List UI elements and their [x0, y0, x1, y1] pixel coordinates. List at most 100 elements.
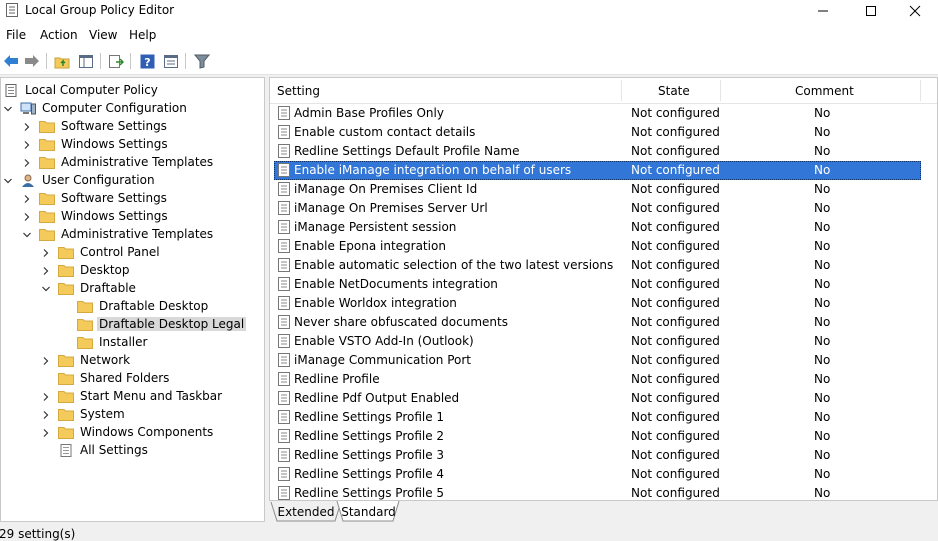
table-row[interactable]: Admin Base Profiles Only Not configured No — [274, 104, 921, 123]
tree-item-label: Draftable — [80, 281, 136, 295]
setting-state: Not configured — [631, 220, 720, 234]
chevron-right-icon[interactable] — [22, 121, 32, 131]
tree-item[interactable]: Windows Settings — [39, 135, 170, 153]
folder-icon — [58, 426, 74, 439]
tree-item[interactable]: All Settings — [58, 441, 150, 459]
chevron-right-icon[interactable] — [41, 355, 51, 365]
setting-comment: No — [814, 163, 831, 177]
chevron-down-icon[interactable] — [3, 175, 13, 185]
help-icon: ? — [140, 54, 154, 69]
filter-icon — [194, 54, 210, 69]
tree-item[interactable]: Draftable Desktop — [77, 297, 210, 315]
tree-item[interactable]: Administrative Templates — [39, 153, 215, 171]
table-row[interactable]: Redline Profile Not configured No — [274, 370, 921, 389]
menu-help[interactable]: Help — [129, 28, 156, 42]
tree-item[interactable]: System — [58, 405, 127, 423]
table-row[interactable]: Enable Epona integration Not configured No — [274, 237, 921, 256]
tree-item[interactable]: Software Settings — [39, 189, 169, 207]
table-row[interactable]: Enable NetDocuments integration Not confi… — [274, 275, 921, 294]
tab-extended[interactable]: Extended — [277, 503, 335, 521]
setting-state: Not configured — [631, 239, 720, 253]
chevron-right-icon[interactable] — [41, 265, 51, 275]
policy-setting-icon — [278, 467, 290, 481]
table-row[interactable]: iManage On Premises Client Id Not configu… — [274, 180, 921, 199]
tree-item[interactable]: Network — [58, 351, 132, 369]
tree-item[interactable]: Desktop — [58, 261, 132, 279]
minimize-icon — [818, 10, 828, 12]
close-button[interactable] — [892, 0, 938, 22]
chevron-down-icon[interactable] — [41, 283, 51, 293]
tree-item[interactable]: Start Menu and Taskbar — [58, 387, 224, 405]
setting-comment: No — [814, 429, 831, 443]
chevron-right-icon[interactable] — [22, 211, 32, 221]
table-row[interactable]: iManage On Premises Server Url Not config… — [274, 199, 921, 218]
chevron-down-icon[interactable] — [3, 103, 13, 113]
column-header-state[interactable]: State — [658, 84, 690, 98]
tree-item[interactable]: Draftable — [58, 279, 138, 297]
properties-button[interactable] — [162, 52, 180, 70]
table-row[interactable]: Redline Settings Profile 5 Not configured… — [274, 484, 921, 500]
column-header-comment[interactable]: Comment — [795, 84, 854, 98]
table-row[interactable]: Enable Worldox integration Not configured… — [274, 294, 921, 313]
chevron-right-icon[interactable] — [41, 409, 51, 419]
up-one-level-button[interactable] — [53, 52, 71, 70]
tree-item[interactable]: Draftable Desktop Legal — [77, 315, 247, 333]
filter-button[interactable] — [193, 52, 211, 70]
table-row[interactable]: Redline Settings Default Profile Name Not… — [274, 142, 921, 161]
table-row[interactable]: iManage Communication Port Not configured… — [274, 351, 921, 370]
tree-item[interactable]: Computer Configuration — [20, 99, 189, 117]
table-row[interactable]: Redline Settings Profile 4 Not configured… — [274, 465, 921, 484]
console-tree: Local Computer Policy Computer Configurat… — [0, 77, 265, 522]
table-row[interactable]: Enable automatic selection of the two la… — [274, 256, 921, 275]
folder-icon — [39, 156, 55, 169]
help-button[interactable]: ? — [138, 52, 156, 70]
table-row[interactable]: Redline Pdf Output Enabled Not configured… — [274, 389, 921, 408]
chevron-right-icon[interactable] — [41, 247, 51, 257]
menu-file[interactable]: File — [6, 28, 26, 42]
table-row[interactable]: Redline Settings Profile 1 Not configured… — [274, 408, 921, 427]
table-row[interactable]: Never share obfuscated documents Not conf… — [274, 313, 921, 332]
menu-view[interactable]: View — [89, 28, 117, 42]
status-text: 29 setting(s) — [0, 527, 76, 541]
tree-item[interactable]: Local Computer Policy — [3, 81, 160, 99]
tree-item-label: Desktop — [80, 263, 130, 277]
table-row[interactable]: Redline Settings Profile 2 Not configured… — [274, 427, 921, 446]
chevron-right-icon[interactable] — [22, 193, 32, 203]
setting-name: Redline Settings Profile 3 — [294, 448, 445, 462]
table-row[interactable]: Enable custom contact details Not configu… — [274, 123, 921, 142]
chevron-right-icon[interactable] — [22, 139, 32, 149]
tree-item[interactable]: Windows Components — [58, 423, 215, 441]
table-row[interactable]: iManage Persistent session Not configured… — [274, 218, 921, 237]
tree-item[interactable]: Control Panel — [58, 243, 162, 261]
table-row[interactable]: Enable VSTO Add-In (Outlook) Not configur… — [274, 332, 921, 351]
maximize-button[interactable] — [848, 0, 894, 22]
export-list-button[interactable] — [107, 52, 125, 70]
tree-item[interactable]: Shared Folders — [58, 369, 171, 387]
tree-item[interactable]: Installer — [77, 333, 149, 351]
chevron-down-icon[interactable] — [22, 229, 32, 239]
chevron-right-icon[interactable] — [22, 157, 32, 167]
back-button[interactable] — [2, 52, 20, 70]
setting-comment: No — [814, 239, 831, 253]
tree-item[interactable]: Windows Settings — [39, 207, 170, 225]
chevron-right-icon[interactable] — [41, 427, 51, 437]
tab-standard[interactable]: Standard — [341, 503, 396, 521]
folder-icon — [77, 300, 93, 313]
policy-setting-icon — [278, 315, 290, 329]
chevron-right-icon[interactable] — [41, 391, 51, 401]
forward-button[interactable] — [23, 52, 41, 70]
setting-comment: No — [814, 334, 831, 348]
policy-setting-icon — [278, 258, 290, 272]
setting-state: Not configured — [631, 182, 720, 196]
setting-name: iManage On Premises Server Url — [294, 201, 488, 215]
table-row[interactable]: Redline Settings Profile 3 Not configured… — [274, 446, 921, 465]
tree-item[interactable]: Administrative Templates — [39, 225, 215, 243]
tree-item[interactable]: User Configuration — [20, 171, 157, 189]
minimize-button[interactable] — [800, 0, 846, 22]
setting-comment: No — [814, 296, 831, 310]
table-row[interactable]: Enable iManage integration on behalf of … — [274, 161, 921, 180]
menu-action[interactable]: Action — [40, 28, 78, 42]
tree-item[interactable]: Software Settings — [39, 117, 169, 135]
column-header-setting[interactable]: Setting — [277, 84, 320, 98]
show-hide-tree-button[interactable] — [77, 52, 95, 70]
